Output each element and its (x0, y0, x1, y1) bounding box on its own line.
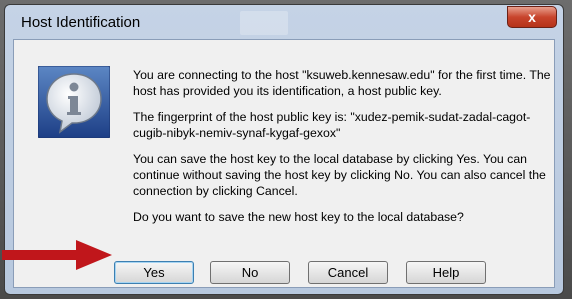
yes-button[interactable]: Yes (114, 261, 194, 284)
help-button[interactable]: Help (406, 261, 486, 284)
title-bar: Host Identification x (5, 5, 563, 39)
red-arrow-annotation (2, 240, 112, 270)
close-button[interactable]: x (507, 6, 557, 28)
cancel-button[interactable]: Cancel (308, 261, 388, 284)
no-button[interactable]: No (210, 261, 290, 284)
info-icon (38, 66, 110, 138)
dialog-title: Host Identification (21, 14, 141, 31)
message-connecting: You are connecting to the host "ksuweb.k… (133, 68, 551, 98)
close-icon: x (528, 9, 536, 25)
background-window-ghost (240, 11, 288, 35)
message-instructions: You can save the host key to the local d… (133, 152, 546, 198)
message-question: Do you want to save the new host key to … (133, 210, 464, 224)
message-text: You are connecting to the host "ksuweb.k… (133, 67, 553, 235)
message-fingerprint: The fingerprint of the host public key i… (133, 110, 531, 140)
